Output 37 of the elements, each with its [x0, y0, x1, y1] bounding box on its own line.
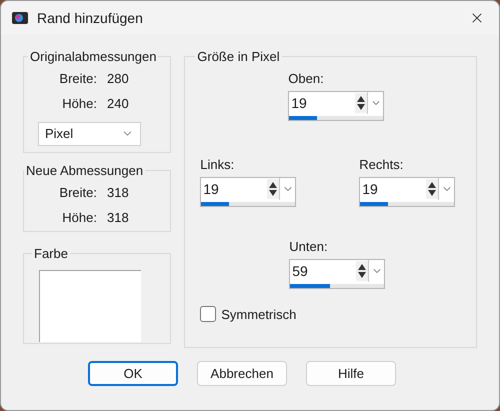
unit-dropdown[interactable]: Pixel	[38, 122, 141, 146]
window-title: Rand hinzufügen	[37, 8, 143, 28]
spin-field[interactable]: 19	[288, 90, 384, 120]
dimension-label: Höhe:	[61, 210, 97, 226]
dimension-value: 318	[107, 210, 129, 226]
group-title: Größe in Pixel	[196, 48, 281, 66]
checkbox-label: Symmetrisch	[221, 306, 296, 324]
spin-arrows-icon[interactable]	[267, 178, 280, 198]
dimension-value: 240	[107, 96, 129, 112]
dimension-label: Breite:	[58, 70, 97, 86]
dimension-label: Breite:	[58, 184, 97, 200]
dialog-button[interactable]: OK	[88, 361, 178, 386]
dimension-label: Höhe:	[61, 96, 97, 112]
field-label: Links:	[200, 156, 234, 172]
field-value: 19	[290, 94, 308, 112]
dimension-value: 280	[107, 70, 129, 86]
color-swatch[interactable]	[39, 270, 141, 342]
dimension-value: 318	[107, 184, 129, 200]
dialog-button[interactable]: Hilfe	[306, 361, 396, 386]
field-label: Rechts:	[359, 156, 404, 172]
field-label: Oben:	[288, 70, 324, 86]
app-icon	[11, 10, 29, 26]
group-title: Neue Abmessungen	[25, 162, 144, 180]
field-label: Unten:	[289, 238, 328, 254]
spin-field[interactable]: 19	[200, 176, 296, 206]
checkbox[interactable]	[200, 306, 216, 322]
spin-field[interactable]: 19	[359, 176, 456, 206]
group-title: Farbe	[33, 245, 69, 263]
group-title: Originalabmessungen	[29, 48, 158, 66]
spin-arrows-icon[interactable]	[426, 178, 438, 198]
dialog-button[interactable]: Abbrechen	[197, 361, 287, 386]
field-value: 19	[202, 180, 220, 198]
spin-field[interactable]: 59	[289, 258, 386, 288]
spin-arrows-icon[interactable]	[356, 260, 368, 280]
spin-arrows-icon[interactable]	[355, 92, 368, 112]
field-value: 59	[291, 262, 309, 280]
field-value: 19	[361, 180, 379, 198]
